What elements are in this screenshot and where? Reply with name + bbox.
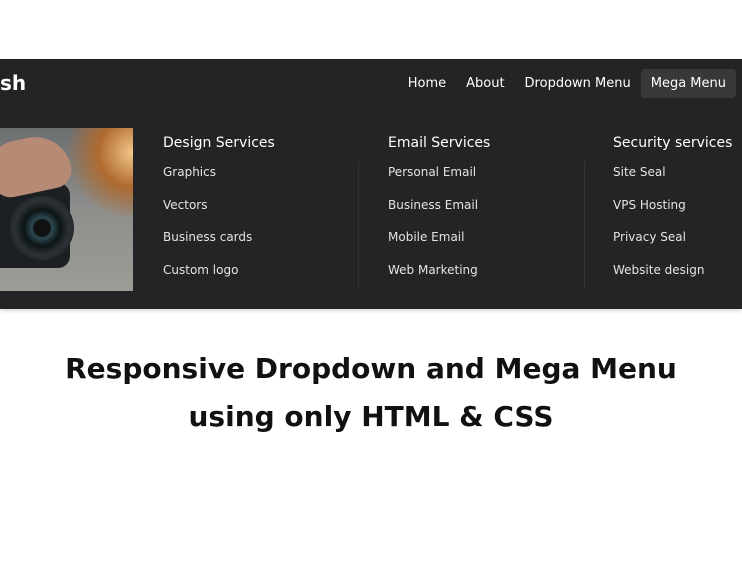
menu-item[interactable]: Custom logo — [163, 263, 275, 296]
menu-item[interactable]: Personal Email — [388, 165, 490, 198]
column-title: Security services — [613, 135, 733, 151]
menu-item[interactable]: VPS Hosting — [613, 198, 732, 231]
column-security-services: Security services Site Seal VPS Hosting … — [613, 135, 732, 295]
menu-item[interactable]: Web Marketing — [388, 263, 490, 296]
menu-item[interactable]: Site Seal — [613, 165, 732, 198]
menu-item[interactable]: Privacy Seal — [613, 230, 732, 263]
menu-item[interactable]: Graphics — [163, 165, 275, 198]
menu-item[interactable]: Vectors — [163, 198, 275, 231]
nav-home[interactable]: Home — [398, 69, 456, 98]
nav-about[interactable]: About — [456, 69, 514, 98]
column-design-services: Design Services Graphics Vectors Busines… — [163, 135, 275, 295]
logo[interactable]: sh — [0, 71, 26, 95]
column-title: Design Services — [163, 135, 275, 151]
column-title: Email Services — [388, 135, 491, 151]
nav-links: Home About Dropdown Menu Mega Menu — [398, 69, 736, 98]
navbar: sh Home About Dropdown Menu Mega Menu De… — [0, 59, 742, 309]
nav-dropdown-menu[interactable]: Dropdown Menu — [515, 69, 641, 98]
nav-mega-menu[interactable]: Mega Menu — [640, 69, 736, 98]
column-email-services: Email Services Personal Email Business E… — [388, 135, 490, 295]
camera-photo — [0, 128, 133, 291]
menu-item[interactable]: Business Email — [388, 198, 490, 231]
heading-line-1: Responsive Dropdown and Mega Menu — [65, 352, 677, 385]
divider — [584, 161, 585, 289]
menu-item[interactable]: Website design — [613, 263, 732, 296]
page-heading: Responsive Dropdown and Mega Menu using … — [0, 345, 742, 441]
heading-line-2: using only HTML & CSS — [188, 400, 554, 433]
menu-item[interactable]: Mobile Email — [388, 230, 490, 263]
divider — [358, 161, 359, 289]
menu-item[interactable]: Business cards — [163, 230, 275, 263]
